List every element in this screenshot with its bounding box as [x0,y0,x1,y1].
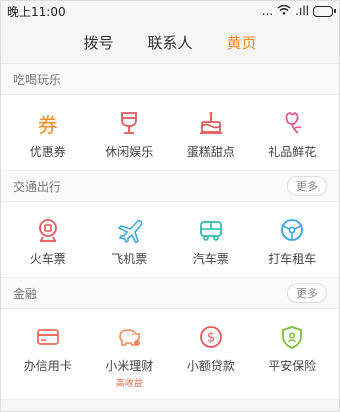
section-title: 吃喝玩乐 [13,72,62,87]
bus-ticket-item[interactable]: 汽车票 [172,216,250,267]
tab-yellow-pages[interactable]: 黄页 [227,32,257,53]
tab-contacts[interactable]: 联系人 [147,32,192,53]
credit-card-icon [34,323,62,351]
more-button[interactable]: 更多 [287,283,327,303]
steering-wheel-icon [278,216,306,244]
more-button[interactable]: 更多 [287,176,327,196]
train-icon [34,216,62,244]
svg-text:$: $ [207,331,215,346]
section-finance: 金融 更多 办信用卡 小米理财 高收益 $ 小额贷款 平安保险 [1,278,339,400]
shield-icon [278,323,306,351]
status-time: 晚上11:00 [7,4,66,19]
xiaomi-finance-item[interactable]: 小米理财 高收益 [90,323,168,389]
flower-icon [278,109,306,137]
airplane-icon [115,216,143,244]
status-bar: 晚上11:00 ... .ıll [1,1,339,21]
bus-icon [197,216,225,244]
wine-glass-icon [115,109,143,137]
more-dots: ... [261,4,274,18]
signal-icon: .ıll [295,4,309,18]
section-food-fun: 吃喝玩乐 券 优惠券 休闲娱乐 蛋糕甜点 礼品鲜花 [1,64,339,171]
section-title: 金融 [13,286,38,301]
high-yield-badge: 高收益 [115,379,143,389]
cake-icon [197,109,225,137]
train-ticket-item[interactable]: 火车票 [9,216,87,267]
battery-icon [313,5,336,17]
coupon-icon: 券 [37,112,58,137]
flower-item[interactable]: 礼品鲜花 [253,109,331,160]
taxi-rental-item[interactable]: 打车租车 [253,216,331,267]
section-transport: 交通出行 更多 火车票 飞机票 汽车票 打车租车 [1,171,339,278]
piggy-bank-icon [115,323,143,351]
section-title: 交通出行 [13,179,62,194]
dollar-coin-icon: $ [197,323,225,351]
credit-card-item[interactable]: 办信用卡 [9,323,87,389]
cake-item[interactable]: 蛋糕甜点 [172,109,250,160]
tab-dialer[interactable]: 拨号 [83,32,113,53]
tab-bar: 拨号 联系人 黄页 [1,21,339,64]
coupon-item[interactable]: 券 优惠券 [9,109,87,160]
wifi-icon [277,4,291,18]
phone-screen: 晚上11:00 ... .ıll 拨号 联系人 黄页 吃喝玩乐 券 优惠券 休闲… [0,0,340,412]
flight-ticket-item[interactable]: 飞机票 [90,216,168,267]
leisure-item[interactable]: 休闲娱乐 [90,109,168,160]
small-loan-item[interactable]: $ 小额贷款 [172,323,250,389]
ping-an-insurance-item[interactable]: 平安保险 [253,323,331,389]
